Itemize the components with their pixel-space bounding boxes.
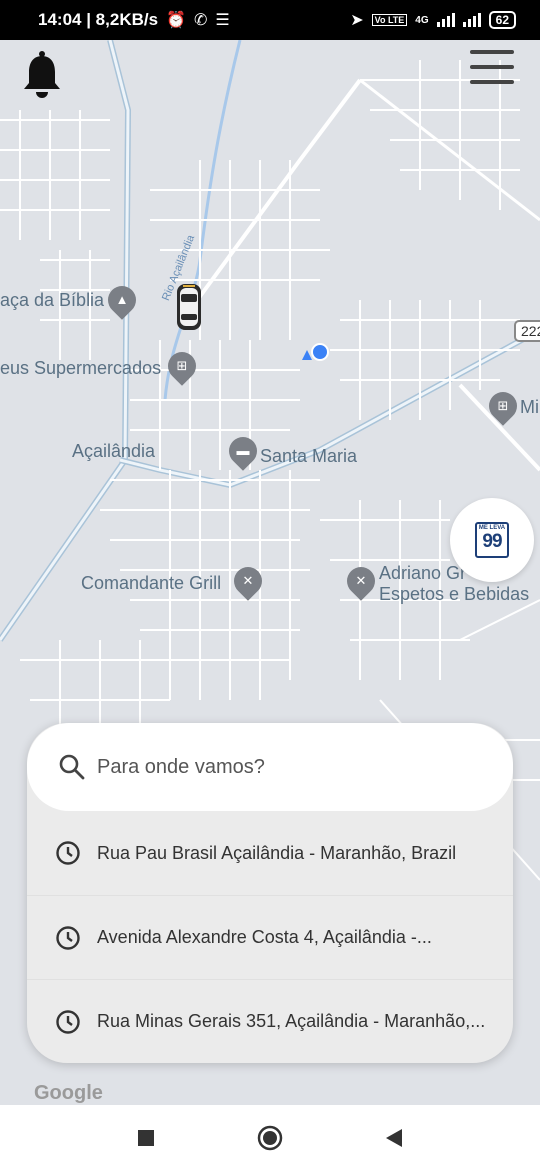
recent-destination-item[interactable]: Rua Minas Gerais 351, Açailândia - Maran… — [27, 979, 513, 1063]
place-label-acailandia[interactable]: Açailândia — [72, 441, 155, 462]
notification-list-icon: ☰ — [215, 12, 230, 29]
alarm-icon: ⏰ — [166, 12, 186, 29]
search-icon — [59, 754, 85, 780]
fork-knife-icon: ✕ — [355, 573, 367, 588]
clock-icon — [56, 1009, 80, 1034]
user-location-icon — [311, 343, 329, 361]
bed-icon: ▬ — [236, 443, 250, 458]
network-type: 4G — [415, 14, 429, 26]
status-time-speed: 14:04 | 8,2KB/s — [38, 10, 159, 29]
brand-badge[interactable]: ME LEVA 99 — [450, 498, 534, 582]
circle-icon — [257, 1125, 283, 1150]
place-label-praca-da-biblia[interactable]: aça da Bíblia — [0, 290, 104, 311]
hamburger-icon — [470, 50, 514, 54]
clock-icon — [56, 841, 80, 865]
destination-panel: Rua Pau Brasil Açailândia - Maranhão, Br… — [27, 723, 513, 1063]
triangle-back-icon — [386, 1128, 402, 1147]
search-box[interactable] — [27, 723, 513, 811]
signal-icon-2 — [462, 13, 481, 27]
place-label-santa-maria[interactable]: Santa Maria — [260, 446, 357, 467]
google-logo: Google — [34, 1082, 103, 1104]
cart-icon: ⊞ — [176, 358, 188, 373]
hamburger-line — [470, 65, 514, 69]
recent-destination-text: Rua Minas Gerais 351, Açailândia - Maran… — [97, 1011, 486, 1031]
recent-destination-item[interactable]: Avenida Alexandre Costa 4, Açailândia -.… — [27, 895, 513, 979]
place-label-line2: Espetos e Bebidas — [379, 584, 530, 604]
status-right: ➤ Vo LTE 4G 62 — [350, 10, 516, 30]
recent-destination-text: Avenida Alexandre Costa 4, Açailândia -.… — [97, 927, 432, 947]
place-label-comandante-grill[interactable]: Comandante Grill — [81, 573, 221, 594]
cart-icon: ⊞ — [497, 398, 509, 413]
place-label-mateus-supermercados[interactable]: eus Supermercados — [0, 358, 161, 379]
square-icon — [138, 1129, 154, 1146]
tree-icon: ▲ — [115, 292, 129, 307]
car-icon[interactable] — [174, 282, 204, 332]
system-nav-bar — [0, 1105, 540, 1170]
status-bar: 14:04 | 8,2KB/s ⏰ ✆ ☰ ➤ Vo LTE 4G 62 — [0, 0, 540, 40]
recent-destination-item[interactable]: Rua Pau Brasil Açailândia - Maranhão, Br… — [27, 811, 513, 895]
road-number-badge: 222 — [514, 320, 540, 342]
home-button[interactable] — [255, 1123, 285, 1153]
volte-badge: Vo LTE — [371, 14, 408, 26]
signal-icon — [436, 13, 455, 27]
back-button[interactable] — [379, 1123, 409, 1153]
hamburger-line — [470, 80, 514, 84]
clock-icon — [56, 925, 80, 950]
battery-icon: 62 — [488, 11, 516, 29]
recent-apps-button[interactable] — [131, 1123, 161, 1153]
bell-icon — [24, 51, 60, 98]
recent-destination-text: Rua Pau Brasil Açailândia - Maranhão, Br… — [97, 842, 457, 863]
location-arrow-icon: ➤ — [350, 12, 364, 29]
menu-button[interactable] — [470, 50, 514, 88]
brand-number: 99 — [482, 531, 502, 552]
place-label-mi[interactable]: Mi — [520, 397, 539, 418]
notifications-button[interactable] — [22, 50, 62, 100]
whatsapp-icon: ✆ — [193, 12, 208, 29]
brand-logo-icon: ME LEVA 99 — [475, 522, 509, 558]
search-input[interactable] — [97, 755, 477, 779]
status-left: 14:04 | 8,2KB/s ⏰ ✆ ☰ — [38, 10, 230, 30]
fork-knife-icon: ✕ — [242, 573, 254, 588]
